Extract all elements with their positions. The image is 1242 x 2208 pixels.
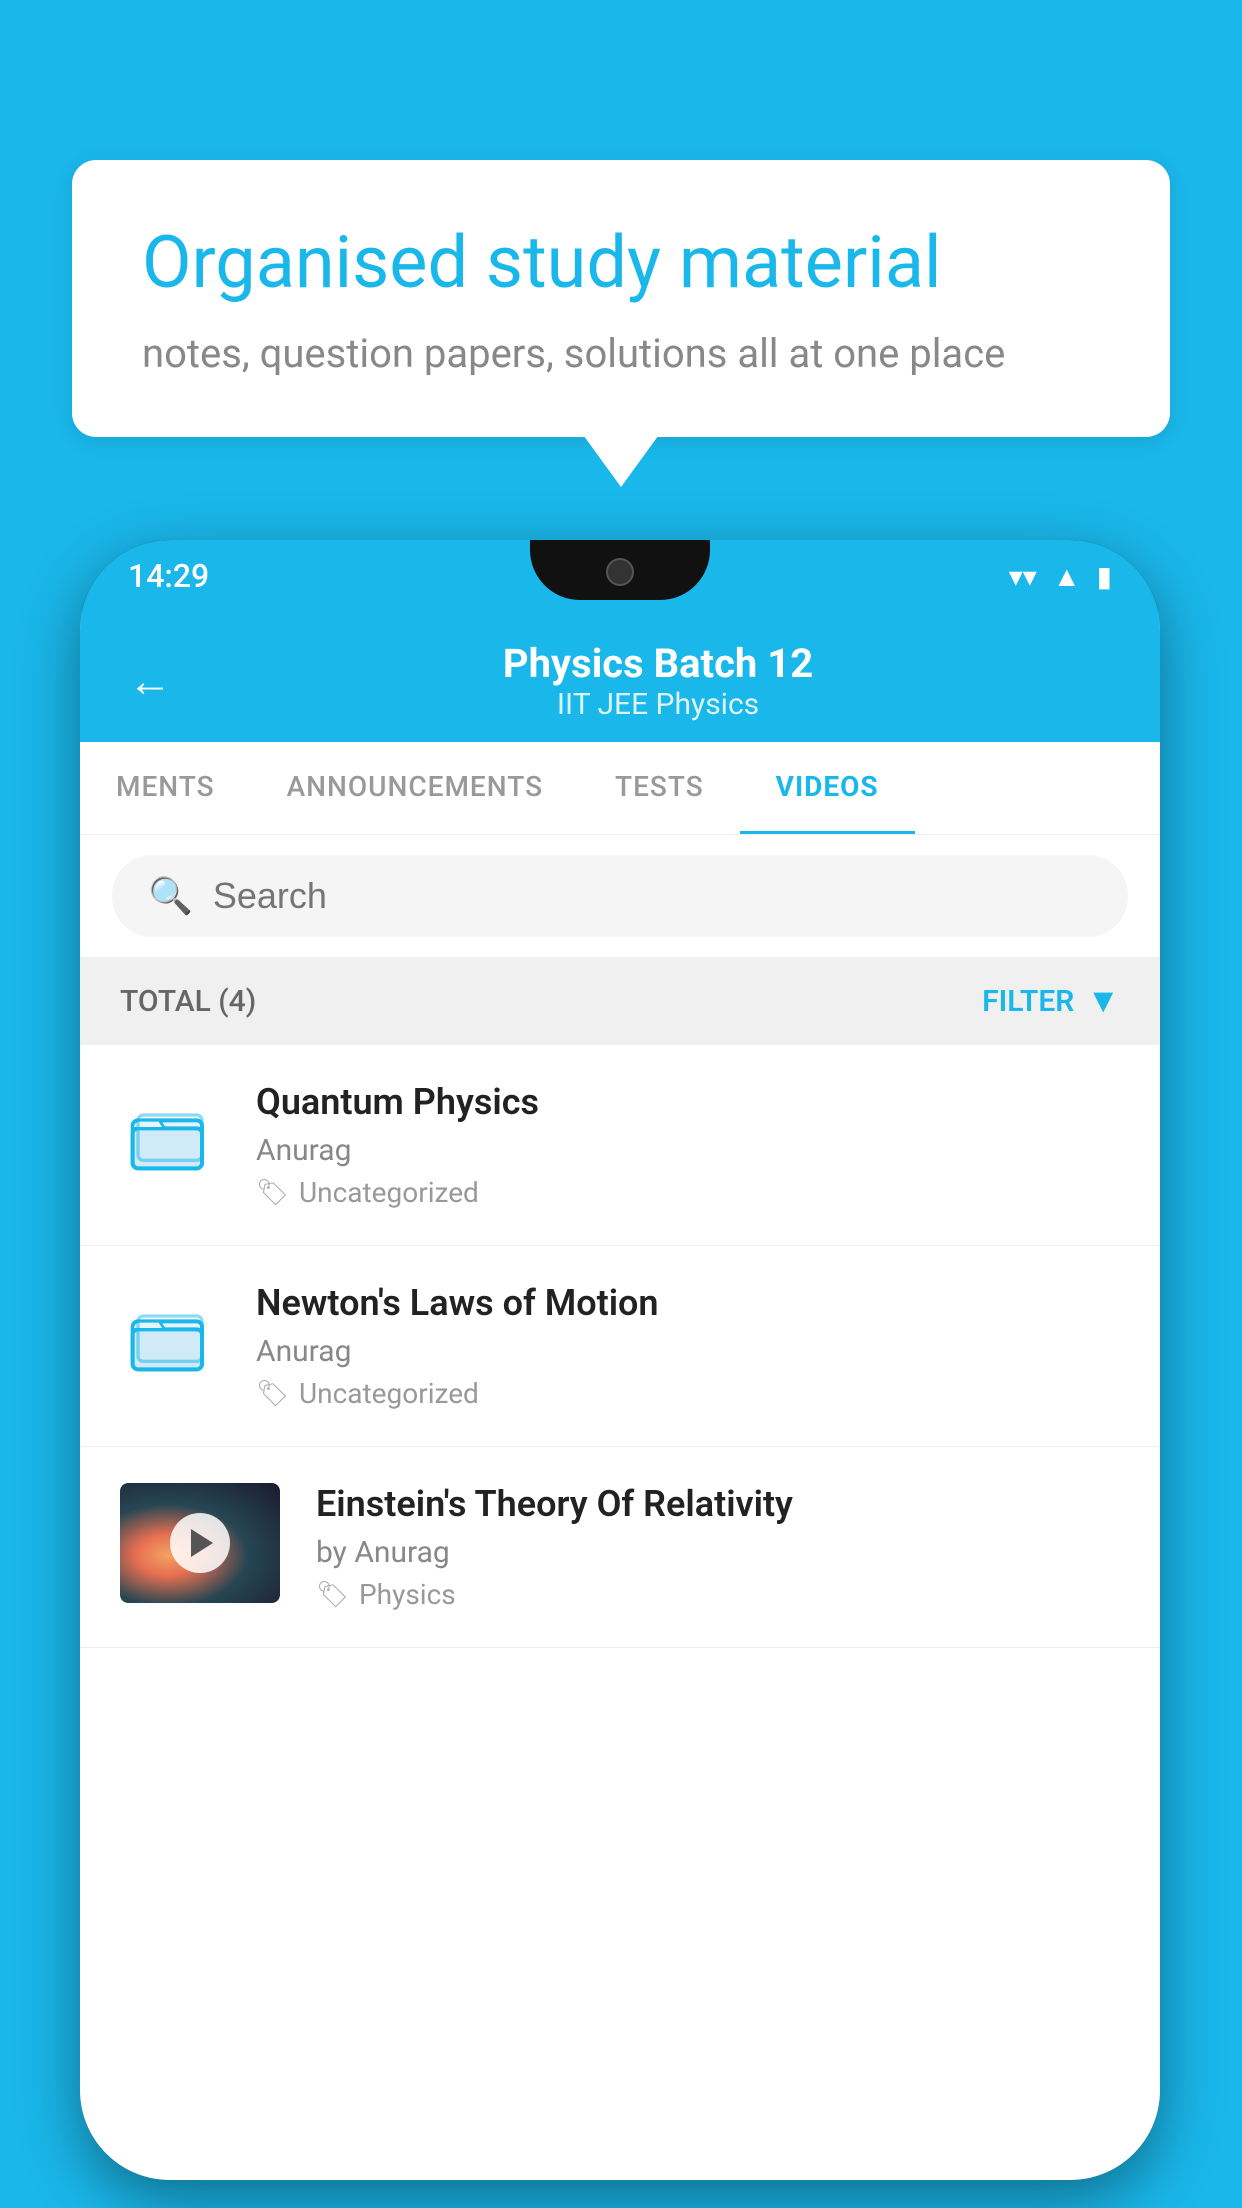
tab-tests[interactable]: TESTS: [579, 742, 740, 834]
search-icon: 🔍: [148, 875, 193, 917]
list-item[interactable]: Quantum Physics Anurag 🏷 Uncategorized: [80, 1045, 1160, 1246]
video-tag: 🏷 Uncategorized: [256, 1377, 1120, 1410]
tag-icon: 🏷: [256, 1379, 289, 1409]
video-author: by Anurag: [316, 1535, 1120, 1570]
header-title: Physics Batch 12: [204, 640, 1112, 687]
filter-bar: TOTAL (4) FILTER ▼: [80, 957, 1160, 1045]
video-title: Quantum Physics: [256, 1081, 1120, 1123]
header-subtitle: IIT JEE Physics: [204, 687, 1112, 722]
phone-screen: ← Physics Batch 12 IIT JEE Physics MENTS…: [80, 612, 1160, 2180]
tab-videos[interactable]: VIDEOS: [740, 742, 915, 834]
video-list: Quantum Physics Anurag 🏷 Uncategorized: [80, 1045, 1160, 2180]
list-item[interactable]: Einstein's Theory Of Relativity by Anura…: [80, 1447, 1160, 1648]
play-triangle-icon: [191, 1529, 213, 1557]
folder-icon: [120, 1290, 220, 1390]
total-label: TOTAL (4): [120, 984, 256, 1019]
tag-label: Physics: [359, 1578, 456, 1611]
app-header: ← Physics Batch 12 IIT JEE Physics: [80, 612, 1160, 742]
tabs-bar: MENTS ANNOUNCEMENTS TESTS VIDEOS: [80, 742, 1160, 835]
battery-icon: ▮: [1097, 560, 1112, 593]
folder-icon: [120, 1089, 220, 1189]
video-tag: 🏷 Uncategorized: [256, 1176, 1120, 1209]
signal-icon: ▲: [1053, 560, 1081, 593]
status-icons: ▾▾ ▲ ▮: [1009, 560, 1112, 593]
tag-label: Uncategorized: [299, 1176, 479, 1209]
video-author: Anurag: [256, 1133, 1120, 1168]
video-tag: 🏷 Physics: [316, 1578, 1120, 1611]
video-info: Newton's Laws of Motion Anurag 🏷 Uncateg…: [256, 1282, 1120, 1410]
video-title: Newton's Laws of Motion: [256, 1282, 1120, 1324]
filter-button[interactable]: FILTER ▼: [982, 981, 1120, 1021]
video-info: Einstein's Theory Of Relativity by Anura…: [316, 1483, 1120, 1611]
search-container: 🔍: [80, 835, 1160, 957]
back-button[interactable]: ←: [128, 655, 172, 707]
tab-ments[interactable]: MENTS: [80, 742, 251, 834]
tag-label: Uncategorized: [299, 1377, 479, 1410]
filter-label: FILTER: [982, 984, 1074, 1019]
tag-icon: 🏷: [256, 1178, 289, 1208]
search-bar[interactable]: 🔍: [112, 855, 1128, 937]
video-thumbnail: [120, 1483, 280, 1603]
list-item[interactable]: Newton's Laws of Motion Anurag 🏷 Uncateg…: [80, 1246, 1160, 1447]
speech-bubble-card: Organised study material notes, question…: [72, 160, 1170, 437]
speech-bubble-title: Organised study material: [142, 220, 1100, 306]
camera-notch: [606, 558, 634, 586]
play-button[interactable]: [170, 1513, 230, 1573]
video-author: Anurag: [256, 1334, 1120, 1369]
wifi-icon: ▾▾: [1009, 560, 1037, 593]
search-input[interactable]: [213, 875, 1092, 917]
video-title: Einstein's Theory Of Relativity: [316, 1483, 1120, 1525]
status-bar: 14:29 ▾▾ ▲ ▮: [80, 540, 1160, 612]
speech-bubble-subtitle: notes, question papers, solutions all at…: [142, 330, 1100, 377]
status-time: 14:29: [128, 557, 209, 595]
header-title-block: Physics Batch 12 IIT JEE Physics: [204, 640, 1112, 722]
thumbnail-image: [120, 1483, 280, 1603]
phone-frame: 14:29 ▾▾ ▲ ▮ ← Physics Batch 12 IIT JEE …: [80, 540, 1160, 2180]
tab-announcements[interactable]: ANNOUNCEMENTS: [251, 742, 579, 834]
tag-icon: 🏷: [316, 1580, 349, 1610]
filter-icon: ▼: [1086, 981, 1120, 1021]
video-info: Quantum Physics Anurag 🏷 Uncategorized: [256, 1081, 1120, 1209]
